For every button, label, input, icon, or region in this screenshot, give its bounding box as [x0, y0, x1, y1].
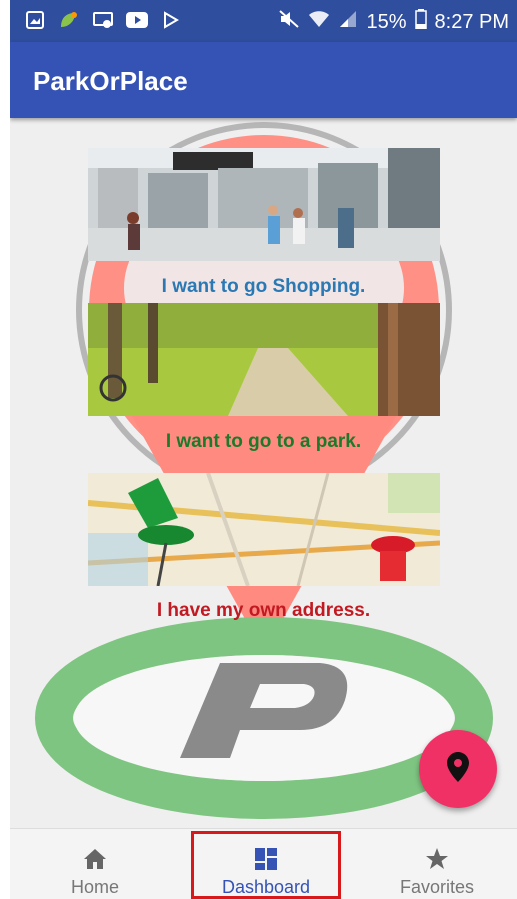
- shopping-option-text: I want to go Shopping.: [161, 276, 366, 297]
- mute-icon: [278, 9, 300, 35]
- nav-favorites[interactable]: Favorites: [372, 829, 502, 899]
- home-icon: [83, 847, 107, 871]
- gallery-notification-icon: [24, 10, 46, 30]
- park-option-label[interactable]: I want to go to a park.: [10, 431, 517, 453]
- leaf-notification-icon: [58, 10, 80, 30]
- screencast-notification-icon: [92, 10, 114, 30]
- park-option-text: I want to go to a park.: [165, 431, 362, 452]
- app-screen: 15% 8:27 PM ParkOrPlace I want to go Sho…: [10, 0, 517, 899]
- clock: 8:27 PM: [434, 10, 509, 33]
- location-pin-icon: [447, 751, 469, 787]
- shopping-option-label[interactable]: I want to go Shopping.: [10, 276, 517, 298]
- nav-home-label: Home: [70, 877, 119, 897]
- nav-favorites-label: Favorites: [399, 877, 475, 897]
- park-image[interactable]: [88, 303, 440, 416]
- app-bar: ParkOrPlace: [10, 42, 517, 118]
- notification-icons: [24, 10, 182, 30]
- map-image[interactable]: [88, 473, 440, 586]
- star-icon: [425, 847, 449, 871]
- address-option-text: I have my own address.: [156, 600, 371, 621]
- play-store-notification-icon: [160, 10, 182, 30]
- nav-home[interactable]: Home: [30, 829, 160, 899]
- battery-icon: [414, 9, 427, 35]
- shopping-image[interactable]: [88, 148, 440, 261]
- dashboard-content: I want to go Shopping. I want to go to a…: [10, 118, 517, 828]
- signal-icon: [338, 9, 358, 35]
- youtube-notification-icon: [126, 10, 148, 30]
- wifi-icon: [308, 9, 330, 35]
- app-title: ParkOrPlace: [33, 66, 188, 96]
- location-fab-button[interactable]: [419, 730, 497, 808]
- battery-percent: 15%: [366, 10, 407, 33]
- status-bar: 15% 8:27 PM: [10, 0, 517, 42]
- selection-highlight-box: [191, 831, 341, 899]
- address-option-label[interactable]: I have my own address.: [10, 600, 517, 622]
- system-status: 15% 8:27 PM: [278, 9, 509, 35]
